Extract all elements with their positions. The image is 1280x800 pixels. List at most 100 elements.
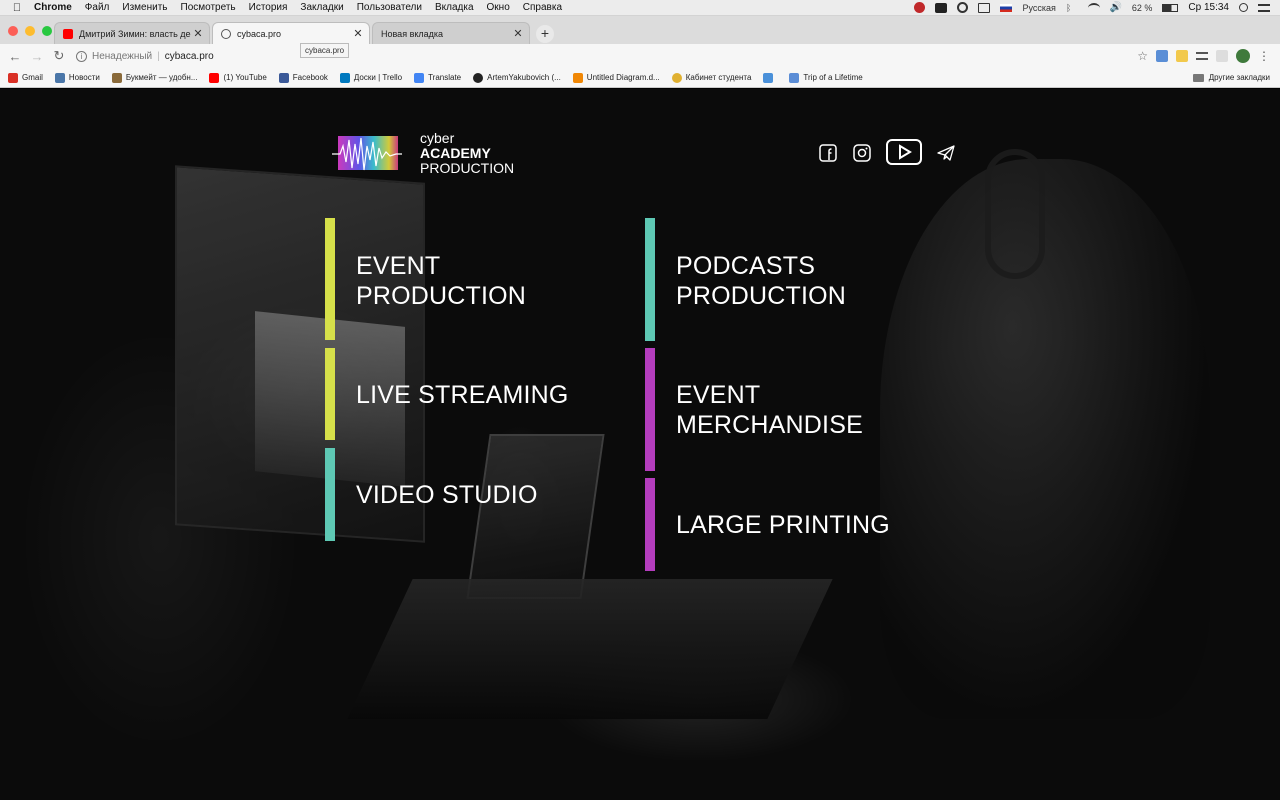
- menu-app-chrome[interactable]: Chrome: [34, 2, 72, 13]
- spotlight-search-icon[interactable]: [1239, 3, 1248, 12]
- bookmark-label: Translate: [428, 73, 462, 82]
- apple-menu-icon[interactable]: : [0, 2, 34, 14]
- service-color-bar: [325, 348, 335, 440]
- service-video-studio[interactable]: VIDEO STUDIO: [325, 448, 538, 541]
- other-bookmarks-label: Другие закладки: [1208, 73, 1270, 82]
- social-links: [818, 139, 970, 167]
- bookmark-gmail[interactable]: Gmail: [8, 72, 43, 83]
- site-info-icon[interactable]: i: [76, 50, 87, 62]
- service-podcasts-production[interactable]: PODCASTS PRODUCTION: [645, 218, 846, 341]
- menu-people[interactable]: Пользователи: [357, 2, 422, 13]
- bookmark-bookmate[interactable]: Букмейт — удобн...: [111, 72, 198, 83]
- service-color-bar: [325, 218, 335, 340]
- forward-arrow-icon[interactable]: →: [26, 49, 48, 64]
- other-bookmarks[interactable]: Другие закладки: [1192, 73, 1270, 82]
- bookmark-translate[interactable]: Translate: [414, 72, 462, 83]
- back-arrow-icon[interactable]: ←: [4, 49, 26, 64]
- vk-extension-icon[interactable]: [1156, 50, 1168, 62]
- keyboard-layout-label[interactable]: Русская: [1022, 3, 1055, 13]
- bookmark-youtube[interactable]: (1) YouTube: [209, 72, 267, 83]
- minimize-window-button[interactable]: [25, 26, 35, 36]
- russian-flag-icon[interactable]: [1000, 3, 1013, 12]
- menu-edit[interactable]: Изменить: [122, 2, 167, 13]
- airplay-icon[interactable]: [978, 2, 991, 13]
- omnibox[interactable]: i Ненадежный | cybaca.pro: [76, 50, 214, 62]
- app-status-icon[interactable]: [935, 2, 948, 13]
- service-color-bar: [645, 218, 655, 341]
- service-live-streaming[interactable]: LIVE STREAMING: [325, 348, 569, 440]
- tab-new-tab[interactable]: Новая вкладка ✕: [372, 22, 530, 44]
- menu-view[interactable]: Посмотреть: [181, 2, 236, 13]
- tab-title: Дмитрий Зимин: власть деспот: [79, 28, 191, 39]
- bookmark-drawio[interactable]: Untitled Diagram.d...: [572, 72, 660, 83]
- menu-tab[interactable]: Вкладка: [435, 2, 474, 13]
- volume-icon[interactable]: 🔊: [1110, 2, 1122, 13]
- creative-cloud-icon[interactable]: [957, 2, 969, 13]
- security-status[interactable]: Ненадежный: [92, 51, 152, 62]
- waveform-logo-icon: [332, 135, 402, 170]
- bookmark-label: Букмейт — удобн...: [125, 73, 198, 82]
- more-menu-icon[interactable]: ⋮: [1258, 49, 1270, 63]
- bookmate-icon: [111, 72, 122, 83]
- service-event-merchandise[interactable]: EVENT MERCHANDISE: [645, 348, 863, 471]
- menubar-clock[interactable]: Ср 15:34: [1188, 2, 1229, 13]
- menu-window[interactable]: Окно: [487, 2, 510, 13]
- menu-history[interactable]: История: [249, 2, 288, 13]
- bookmark-label: Untitled Diagram.d...: [586, 73, 660, 82]
- tab-youtube-video[interactable]: Дмитрий Зимин: власть деспот ✕: [54, 22, 210, 44]
- bookmark-facebook[interactable]: Facebook: [278, 72, 328, 83]
- translate-icon: [414, 72, 425, 83]
- bookmark-label: Trip of a Lifetime: [803, 73, 863, 82]
- skype-icon: [763, 72, 774, 83]
- service-label: VIDEO STUDIO: [356, 481, 538, 509]
- site-logo[interactable]: cyber ACADEMY PRODUCTION: [330, 131, 514, 176]
- wifi-icon[interactable]: [1087, 2, 1100, 13]
- youtube-icon: [209, 72, 220, 83]
- close-tab-icon[interactable]: ✕: [511, 27, 525, 40]
- drawio-icon: [572, 72, 583, 83]
- menu-help[interactable]: Справка: [523, 2, 562, 13]
- logo-line-production: PRODUCTION: [420, 160, 515, 176]
- telegram-icon[interactable]: [936, 143, 956, 163]
- service-color-bar: [645, 348, 655, 471]
- youtube-favicon-icon: [63, 28, 73, 39]
- reading-list-icon[interactable]: [1196, 52, 1208, 60]
- facebook-icon[interactable]: [818, 143, 838, 163]
- logo-wordmark: cyber ACADEMY PRODUCTION: [420, 131, 514, 176]
- bookmark-trip[interactable]: Trip of a Lifetime: [789, 72, 863, 83]
- notification-badge-icon[interactable]: [914, 2, 926, 13]
- bluetooth-icon[interactable]: ᛒ: [1066, 3, 1078, 13]
- battery-icon[interactable]: [1162, 3, 1179, 12]
- bookmark-github[interactable]: ArtemYakubovich (...: [473, 72, 561, 83]
- close-tab-icon[interactable]: ✕: [191, 27, 205, 40]
- trello-icon: [339, 72, 350, 83]
- extension-icon[interactable]: [1176, 50, 1188, 62]
- bookmark-trello[interactable]: Доски | Trello: [339, 72, 402, 83]
- zoom-window-button[interactable]: [42, 26, 52, 36]
- website-viewport: cyber ACADEMY PRODUCTION EVENT PRODUCTIO…: [0, 89, 1280, 800]
- reload-icon[interactable]: ↻: [48, 48, 70, 64]
- menu-bookmarks[interactable]: Закладки: [300, 2, 343, 13]
- tab-cybaca[interactable]: cybaca.pro ✕: [212, 22, 370, 44]
- background-people-image: [880, 159, 1210, 719]
- bookmark-label: Новости: [68, 73, 100, 82]
- close-tab-icon[interactable]: ✕: [351, 27, 365, 40]
- profile-avatar[interactable]: [1236, 49, 1250, 63]
- new-tab-button[interactable]: +: [536, 25, 554, 43]
- service-large-printing[interactable]: LARGE PRINTING: [645, 478, 890, 571]
- battery-percent[interactable]: 62 %: [1132, 3, 1153, 13]
- browser-toolbar: ← → ↻ i Ненадежный | cybaca.pro ☆ ⋮: [0, 44, 1280, 68]
- bookmark-skype[interactable]: [763, 72, 777, 83]
- close-window-button[interactable]: [8, 26, 18, 36]
- menubar-status-area: Русская ᛒ 🔊 62 % Ср 15:34: [914, 2, 1280, 13]
- url-text[interactable]: cybaca.pro: [165, 51, 214, 62]
- youtube-icon[interactable]: [886, 139, 922, 167]
- notification-center-icon[interactable]: [1258, 3, 1270, 12]
- service-event-production[interactable]: EVENT PRODUCTION: [325, 218, 526, 340]
- bookmark-vk-news[interactable]: Новости: [54, 72, 100, 83]
- extension-icon-2[interactable]: [1216, 50, 1228, 62]
- menu-file[interactable]: Файл: [85, 2, 110, 13]
- instagram-icon[interactable]: [852, 143, 872, 163]
- bookmark-star-icon[interactable]: ☆: [1137, 49, 1148, 63]
- bookmark-student-cabinet[interactable]: Кабинет студента: [671, 72, 751, 83]
